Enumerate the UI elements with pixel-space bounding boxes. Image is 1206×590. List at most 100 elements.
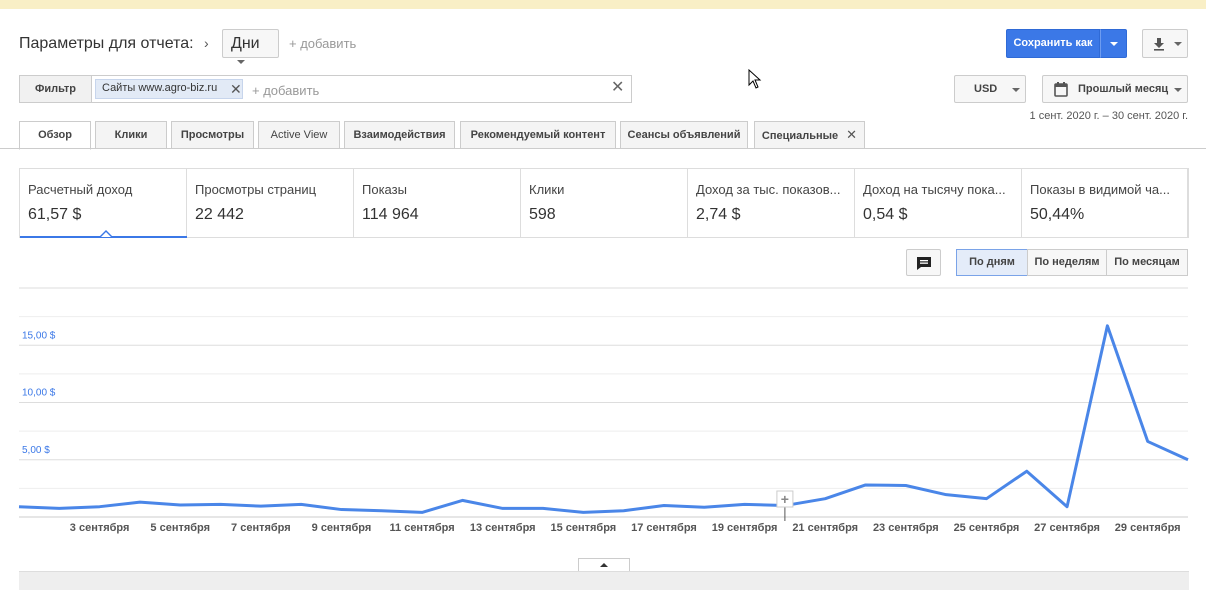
metric-value: 2,74 $	[696, 206, 741, 223]
close-icon[interactable]: ✕	[846, 127, 857, 142]
tab-clicks[interactable]: Клики	[95, 121, 167, 149]
metric-value: 50,44%	[1030, 206, 1085, 223]
tab-custom[interactable]: Специальные ✕	[754, 121, 865, 149]
filter-chip-value: www.agro-biz.ru	[138, 82, 218, 94]
data-point	[1146, 440, 1149, 443]
tab-interactions[interactable]: Взаимодействия	[344, 121, 455, 149]
date-range-label: Прошлый месяц	[1078, 83, 1169, 95]
x-tick-label: 21 сентября	[792, 522, 858, 534]
active-metric-notch-inner	[101, 232, 111, 237]
data-point	[58, 507, 61, 510]
revenue-series-line	[18, 324, 1189, 514]
data-point	[219, 503, 222, 506]
save-as-dropdown-button[interactable]	[1100, 29, 1127, 58]
metric-label: Показы в видимой ча...	[1030, 182, 1170, 197]
mouse-cursor-icon	[748, 69, 762, 89]
metric-label: Просмотры страниц	[195, 182, 317, 197]
data-point	[421, 511, 424, 514]
tab-views[interactable]: Просмотры	[171, 121, 254, 149]
x-tick-label: 23 сентября	[873, 522, 939, 534]
tab-recommended-content[interactable]: Рекомендуемый контент	[460, 121, 616, 149]
chevron-right-icon: ›	[204, 35, 209, 51]
x-tick-label: 3 сентября	[70, 522, 130, 534]
currency-label: USD	[974, 83, 998, 95]
data-point	[904, 484, 907, 487]
y-tick-label: 5,00 $	[22, 445, 50, 456]
granularity-month-button[interactable]: По месяцам	[1106, 249, 1188, 276]
x-tick-label: 25 сентября	[954, 522, 1020, 534]
data-point	[1187, 458, 1190, 461]
metric-label: Показы	[362, 182, 407, 197]
data-point	[259, 505, 262, 508]
notification-bar	[0, 0, 1206, 9]
download-button[interactable]	[1142, 29, 1188, 58]
data-point	[824, 497, 827, 500]
plus-icon: +	[781, 491, 789, 507]
data-point	[501, 507, 504, 510]
data-point	[662, 504, 665, 507]
chevron-up-icon	[600, 563, 608, 567]
data-point	[743, 503, 746, 506]
x-tick-label: 29 сентября	[1115, 522, 1181, 534]
metric-label: Расчетный доход	[28, 182, 133, 197]
date-range-dropdown[interactable]: Прошлый месяц	[1042, 75, 1188, 103]
chevron-down-icon	[237, 59, 245, 64]
metric-card-rpm[interactable]: Доход на тысячу пока... 0,54 $	[855, 169, 1022, 237]
data-point	[18, 505, 21, 508]
metric-card-impression-rpm[interactable]: Доход за тыс. показов... 2,74 $	[688, 169, 855, 237]
metric-card-viewability[interactable]: Показы в видимой ча... 50,44%	[1022, 169, 1188, 237]
table-expander-button[interactable]	[578, 558, 630, 572]
filter-bar: Сайты www.agro-biz.ru ✕ + добавить ✕	[91, 75, 632, 103]
x-tick-label: 27 сентября	[1034, 522, 1100, 534]
add-dimension-link[interactable]: + добавить	[289, 36, 356, 51]
filter-button[interactable]: Фильтр	[19, 75, 91, 103]
dimension-dropdown[interactable]: Дни	[222, 29, 279, 64]
granularity-week-button[interactable]: По неделям	[1027, 249, 1107, 276]
granularity-day-button[interactable]: По дням	[956, 249, 1028, 276]
clear-filter-icon[interactable]: ✕	[611, 80, 624, 96]
filter-chip[interactable]: Сайты www.agro-biz.ru ✕	[95, 79, 243, 99]
metric-value: 22 442	[195, 206, 244, 223]
metric-card-impressions[interactable]: Показы 114 964	[354, 169, 521, 237]
date-range-text: 1 сент. 2020 г. – 30 сент. 2020 г.	[1029, 110, 1188, 122]
data-point	[945, 493, 948, 496]
data-point	[622, 509, 625, 512]
close-icon[interactable]: ✕	[230, 82, 242, 96]
data-point	[98, 505, 101, 508]
x-tick-label: 15 сентября	[550, 522, 616, 534]
data-point	[542, 507, 545, 510]
metric-card-revenue[interactable]: Расчетный доход 61,57 $	[20, 169, 187, 237]
comment-icon	[917, 257, 931, 270]
tab-overview[interactable]: Обзор	[19, 121, 91, 150]
data-point	[461, 499, 464, 502]
tab-active-view[interactable]: Active View	[258, 121, 340, 149]
data-point	[985, 497, 988, 500]
revenue-line-chart: 5,00 $10,00 $15,00 $20,00 $3 сентября5 с…	[18, 287, 1190, 534]
metric-value: 0,54 $	[863, 206, 908, 223]
metric-card-page-views[interactable]: Просмотры страниц 22 442	[187, 169, 354, 237]
chevron-down-icon	[1012, 88, 1020, 92]
data-point	[179, 503, 182, 506]
add-filter-input[interactable]: + добавить	[252, 83, 319, 98]
data-point	[138, 501, 141, 504]
data-point	[340, 508, 343, 511]
report-params-title: Параметры для отчета:	[19, 35, 194, 52]
x-tick-label: 13 сентября	[470, 522, 536, 534]
x-tick-label: 19 сентября	[712, 522, 778, 534]
x-tick-label: 5 сентября	[150, 522, 210, 534]
save-as-button[interactable]: Сохранить как	[1006, 29, 1100, 58]
data-point	[300, 503, 303, 506]
x-tick-label: 17 сентября	[631, 522, 697, 534]
data-point	[582, 511, 585, 514]
currency-dropdown[interactable]: USD	[954, 75, 1026, 103]
metric-value: 61,57 $	[28, 206, 82, 223]
y-tick-label: 10,00 $	[22, 388, 56, 399]
data-point	[1025, 470, 1028, 473]
metric-card-clicks[interactable]: Клики 598	[521, 169, 688, 237]
calendar-icon	[1054, 82, 1068, 97]
dimension-label: Дни	[231, 35, 260, 52]
annotations-button[interactable]	[906, 249, 941, 276]
filter-chip-prefix: Сайты	[102, 82, 136, 94]
tab-ad-sessions[interactable]: Сеансы объявлений	[620, 121, 748, 149]
x-tick-label: 9 сентября	[312, 522, 372, 534]
